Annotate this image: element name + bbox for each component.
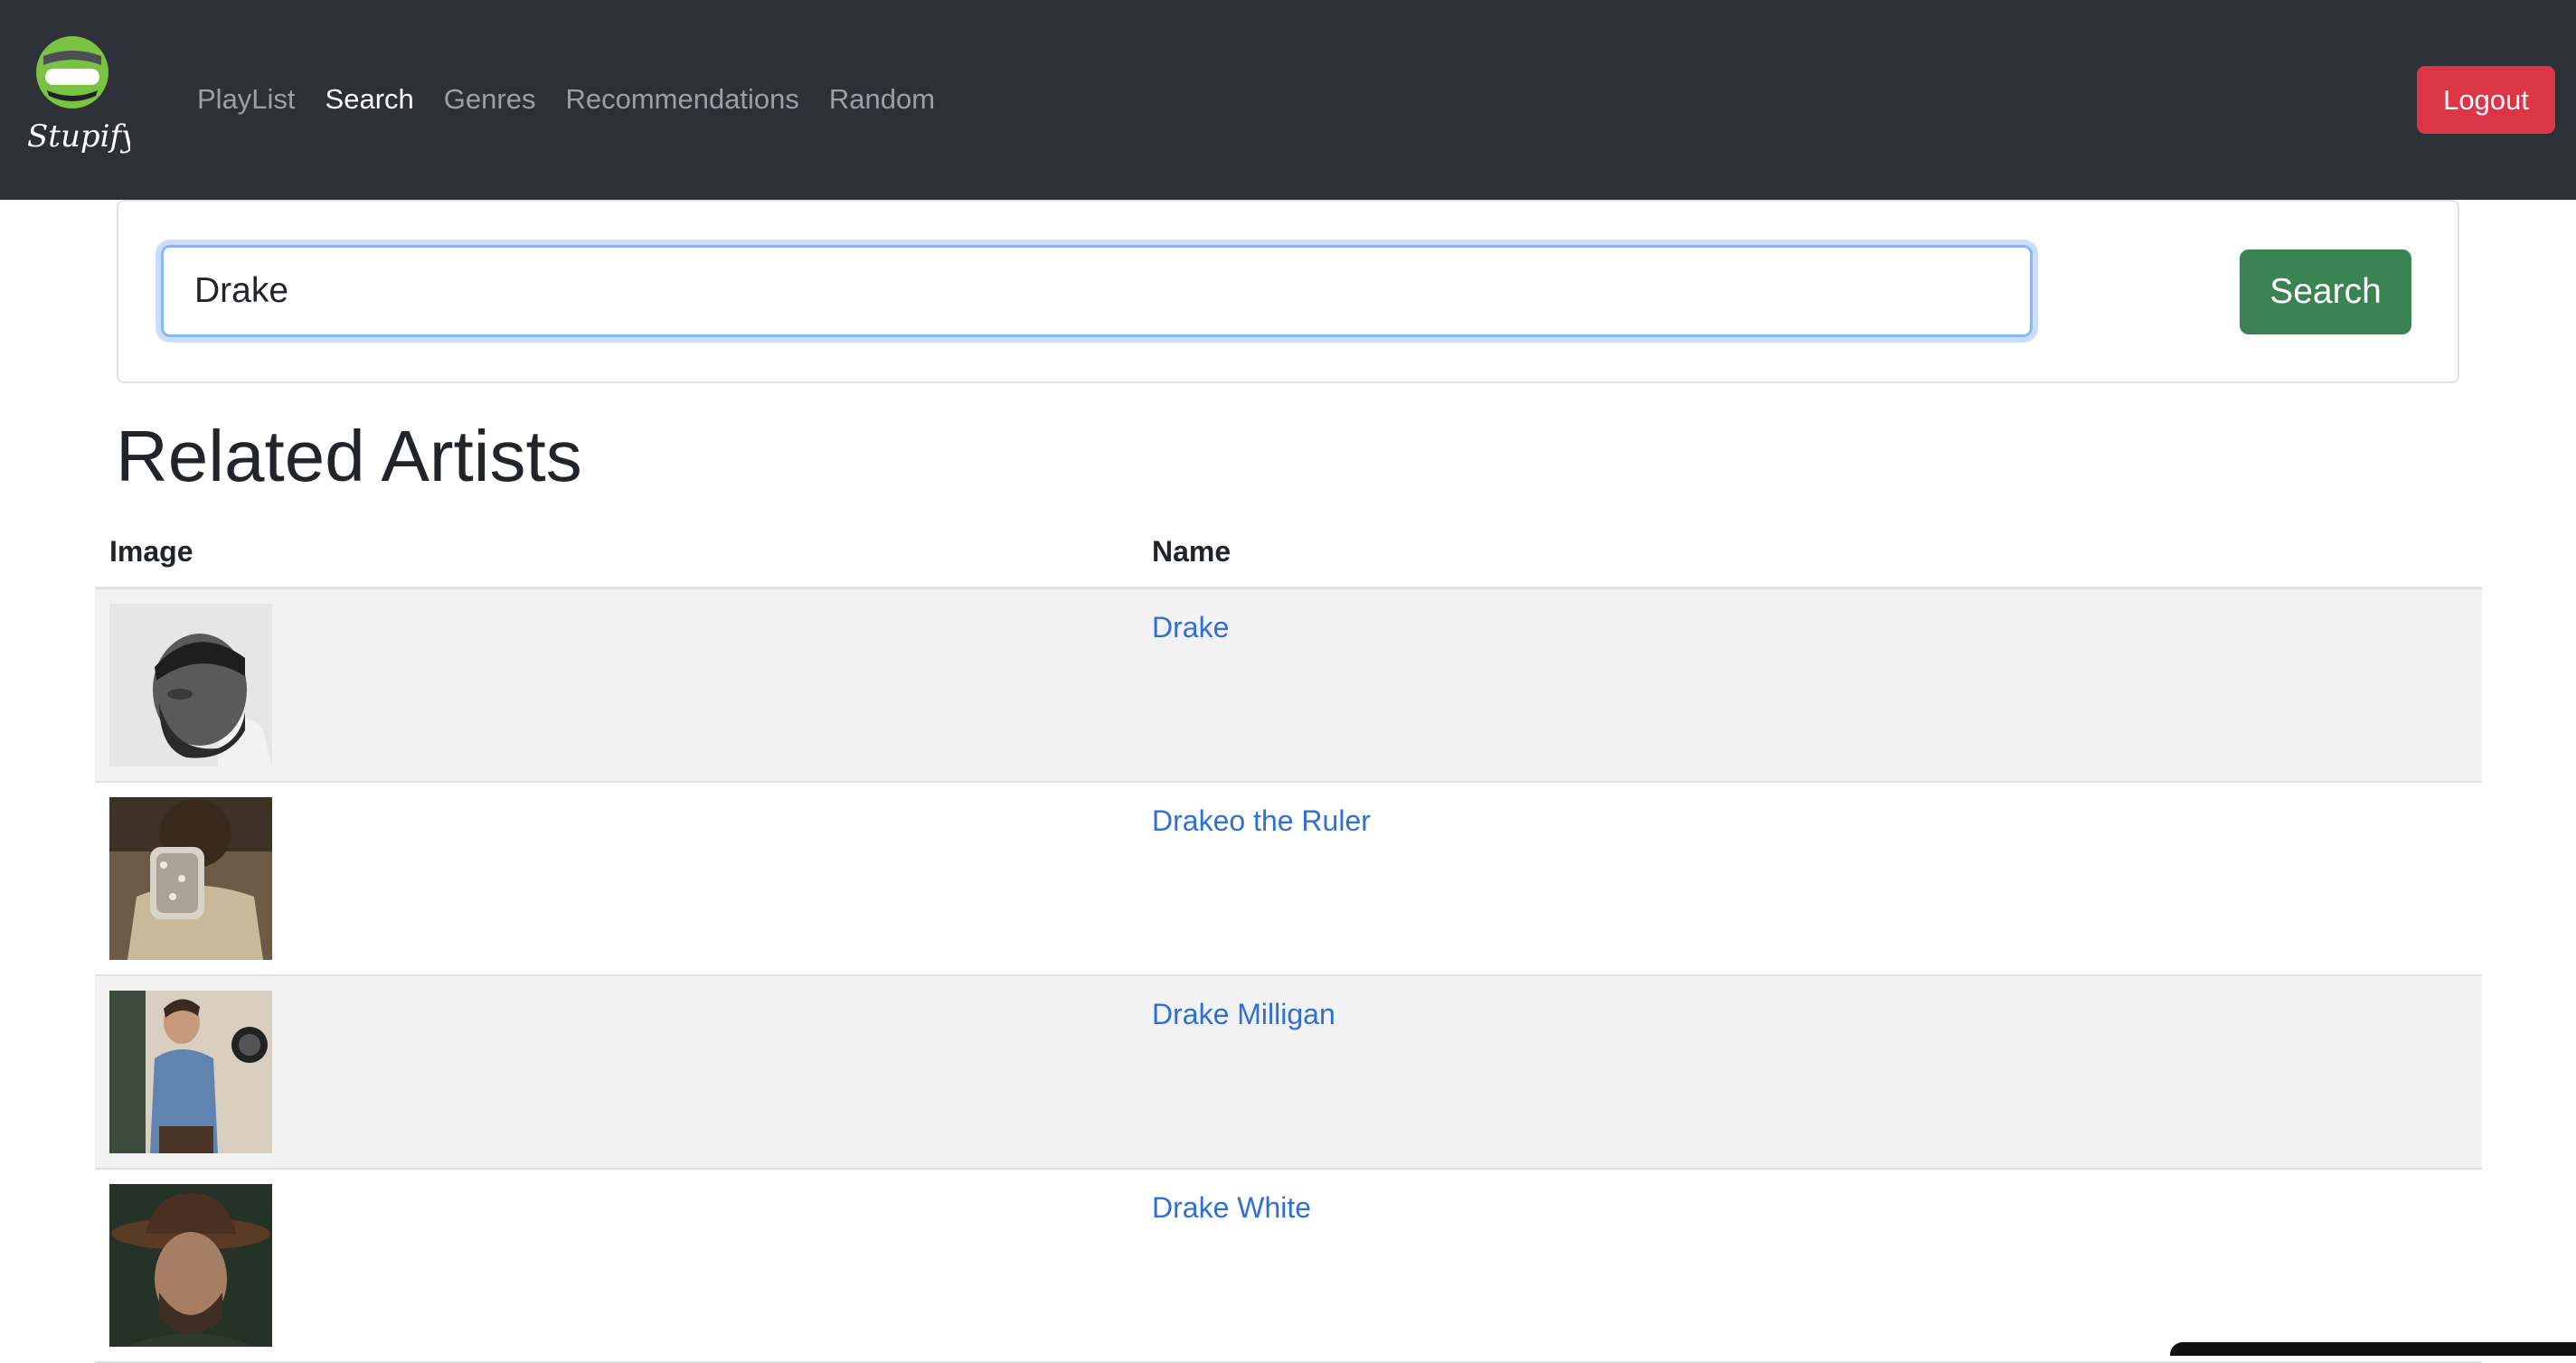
- nav-item-genres[interactable]: Genres: [444, 81, 536, 118]
- nav-links: PlayList Search Genres Recommendations R…: [197, 81, 965, 118]
- logo-text: Stupify: [27, 118, 130, 155]
- nav-item-search[interactable]: Search: [326, 81, 414, 118]
- table-row: Drake White: [95, 1170, 2482, 1363]
- table-header: Image Name: [95, 515, 2482, 589]
- artist-image: [109, 991, 272, 1153]
- nav-item-random[interactable]: Random: [829, 81, 935, 118]
- corner-overlay: [2170, 1342, 2576, 1356]
- nav-item-recommendations[interactable]: Recommendations: [565, 81, 798, 118]
- table-row: Drake: [95, 589, 2482, 783]
- artist-link-drakeo-the-ruler[interactable]: Drakeo the Ruler: [1152, 803, 1371, 839]
- artist-link-drake-white[interactable]: Drake White: [1152, 1189, 1311, 1226]
- artist-image: [109, 797, 272, 960]
- column-header-image: Image: [109, 535, 193, 568]
- column-header-name: Name: [1152, 535, 1231, 568]
- related-artists-title: Related Artists: [116, 416, 582, 496]
- stupify-logo[interactable]: Stupify: [22, 29, 139, 164]
- search-input[interactable]: [161, 245, 2033, 337]
- table-row: Drakeo the Ruler: [95, 783, 2482, 976]
- logout-button[interactable]: Logout: [2417, 66, 2555, 134]
- artist-image: [109, 604, 272, 766]
- navbar: Stupify PlayList Search Genres Recommend…: [0, 0, 2576, 200]
- results-table: Image Name Drake Drakeo the Ruler Drake …: [95, 515, 2482, 1363]
- search-button[interactable]: Search: [2240, 249, 2411, 334]
- artist-image: [109, 1184, 272, 1347]
- artist-link-drake-milligan[interactable]: Drake Milligan: [1152, 996, 1335, 1032]
- nav-item-playlist[interactable]: PlayList: [197, 81, 296, 118]
- table-row: Drake Milligan: [95, 976, 2482, 1170]
- artist-link-drake[interactable]: Drake: [1152, 609, 1229, 645]
